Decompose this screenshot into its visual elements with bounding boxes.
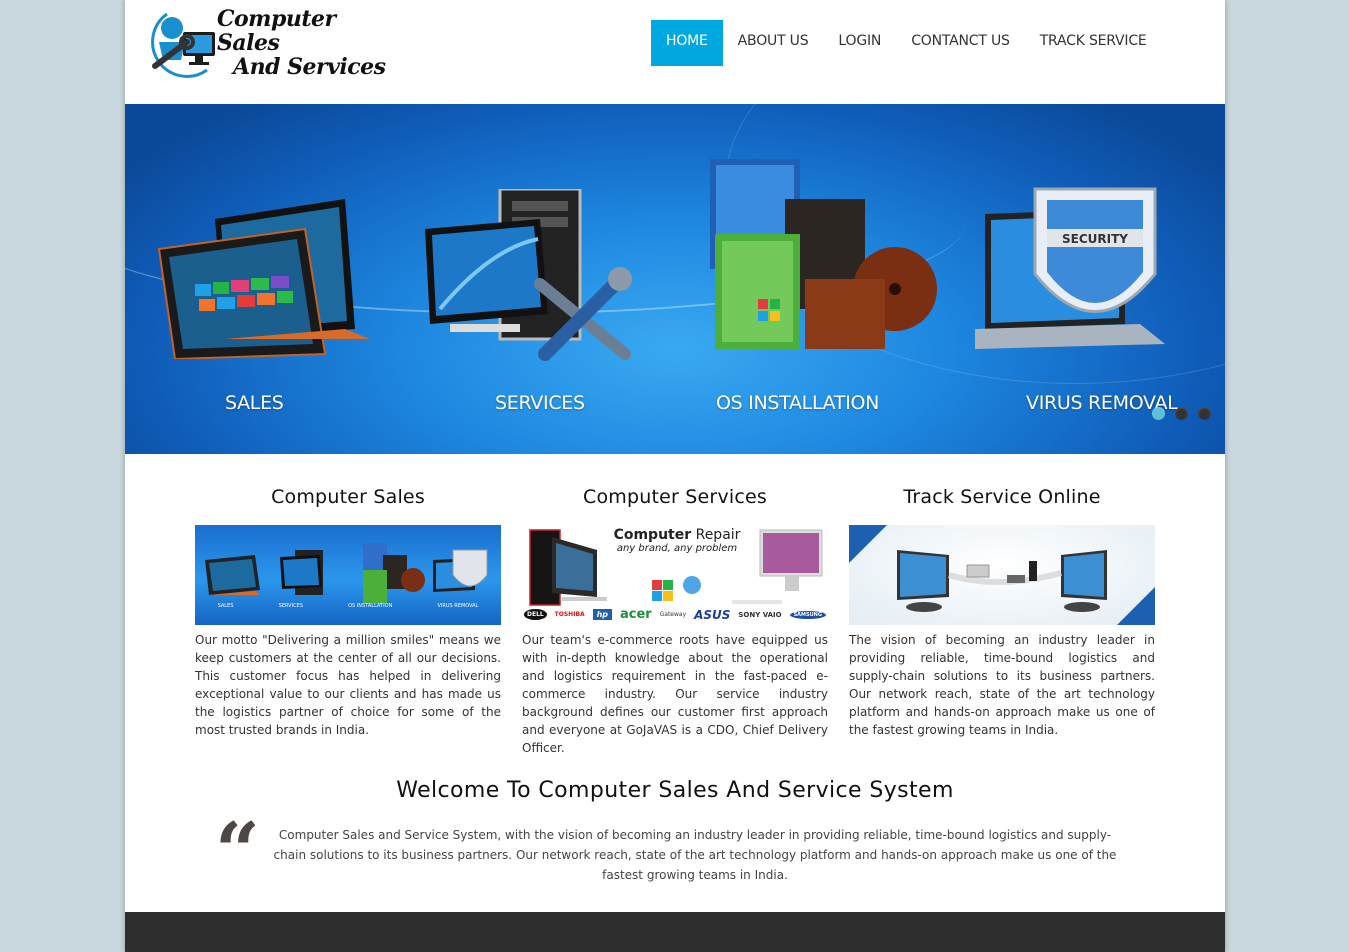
feature-description: The vision of becoming an industry leade… [849, 633, 1155, 737]
feature-title: Computer Services [582, 486, 767, 508]
slide-item-sales: SALES [225, 392, 284, 414]
slide-label: OS INSTALLATION [716, 392, 880, 414]
slider-dot-2[interactable] [1175, 407, 1188, 420]
brand-logo-hp: hp [592, 609, 613, 620]
brand-logo-sony-vaio: SONY VAIO [738, 610, 782, 619]
brand-logo-toshiba: TOSHIBA [554, 611, 585, 618]
slider-dot-1[interactable] [1152, 407, 1165, 420]
feature-track-service-online: Track Service Online The vision of becom… [849, 486, 1155, 757]
slide-item-os-installation: OS INSTALLATION [716, 392, 879, 414]
slide-item-services: SERVICES [495, 392, 585, 414]
image-caption-row: SALES SERVICES OS INSTALLATION VIRUS REM… [195, 603, 501, 609]
repair-heading-bold: Computer [613, 527, 692, 543]
welcome-quote: “ Computer Sales and Service System, wit… [125, 813, 1225, 891]
image-caption: SALES [217, 603, 234, 609]
features-section: Computer Sales SALES SERVICES OS INSTALL… [195, 486, 1155, 757]
site-footer [125, 912, 1225, 952]
slide-label: SALES [225, 392, 284, 414]
track-service-image [849, 525, 1155, 625]
welcome-title: Welcome To Computer Sales And Service Sy… [396, 778, 954, 803]
nav-track-service[interactable]: TRACK SERVICE [1025, 20, 1162, 66]
logo-line-2: And Services [233, 54, 386, 80]
svg-text:SECURITY: SECURITY [1062, 232, 1128, 246]
brand-logo-dell: DELL [524, 609, 547, 620]
main-nav: HOME ABOUT US LOGIN CONTANCT US TRACK SE… [651, 20, 1162, 66]
feature-title: Track Service Online [903, 486, 1101, 508]
feature-computer-services: Computer Services Computer Repair any br… [522, 486, 828, 757]
hero-slider: SALES SERVICES OS INSTALLATION SECURITY … [125, 104, 1225, 454]
brand-logos-row: DELL TOSHIBA hp acer Gateway ASUS SONY V… [524, 607, 826, 622]
brand-logo-gateway: Gateway [659, 611, 687, 618]
computer-repair-logo-icon [147, 8, 219, 78]
feature-description: Our team's e-commerce roots have equippe… [522, 633, 828, 755]
brand-logo-acer: acer [619, 607, 652, 622]
image-caption: VIRUS REMOVAL [437, 603, 479, 609]
repair-banner: Computer Repair any brand, any problem [607, 527, 747, 554]
brand-logo-samsung: SAMSUNG [789, 610, 826, 619]
repair-subheading: any brand, any problem [616, 543, 738, 554]
computer-sales-image: SALES SERVICES OS INSTALLATION VIRUS REM… [195, 525, 501, 625]
quote-icon: “ [215, 806, 260, 897]
desktop-tools-icon [420, 187, 650, 369]
image-caption: SERVICES [278, 603, 303, 609]
feature-title: Computer Sales [271, 486, 425, 508]
slide-label: SERVICES [495, 392, 585, 414]
welcome-text: Computer Sales and Service System, with … [273, 828, 1117, 882]
nav-login[interactable]: LOGIN [823, 20, 896, 66]
nav-contact-us[interactable]: CONTANCT US [896, 20, 1025, 66]
laptop-icon [155, 189, 385, 361]
site-header: Computer Sales And Services HOME ABOUT U… [125, 0, 1225, 104]
brand-logo-asus: ASUS [694, 607, 731, 622]
image-caption: OS INSTALLATION [348, 603, 393, 609]
security-shield-icon: SECURITY [975, 184, 1175, 354]
feature-description: Our motto "Delivering a million smiles" … [195, 633, 501, 737]
software-boxes-icon [710, 159, 940, 349]
welcome-section: Welcome To Computer Sales And Service Sy… [125, 778, 1225, 891]
logo-text: Computer Sales And Services [217, 7, 397, 79]
site-logo[interactable]: Computer Sales And Services [147, 7, 397, 79]
slider-pagination [1152, 407, 1211, 420]
logo-line-1: Computer Sales [217, 6, 336, 56]
nav-home[interactable]: HOME [651, 20, 723, 66]
nav-about-us[interactable]: ABOUT US [723, 20, 824, 66]
repair-heading: Repair [691, 527, 741, 543]
page-container: Computer Sales And Services HOME ABOUT U… [125, 0, 1225, 952]
feature-computer-sales: Computer Sales SALES SERVICES OS INSTALL… [195, 486, 501, 757]
computer-services-image: Computer Repair any brand, any problem D… [522, 525, 828, 625]
slider-dot-3[interactable] [1198, 407, 1211, 420]
